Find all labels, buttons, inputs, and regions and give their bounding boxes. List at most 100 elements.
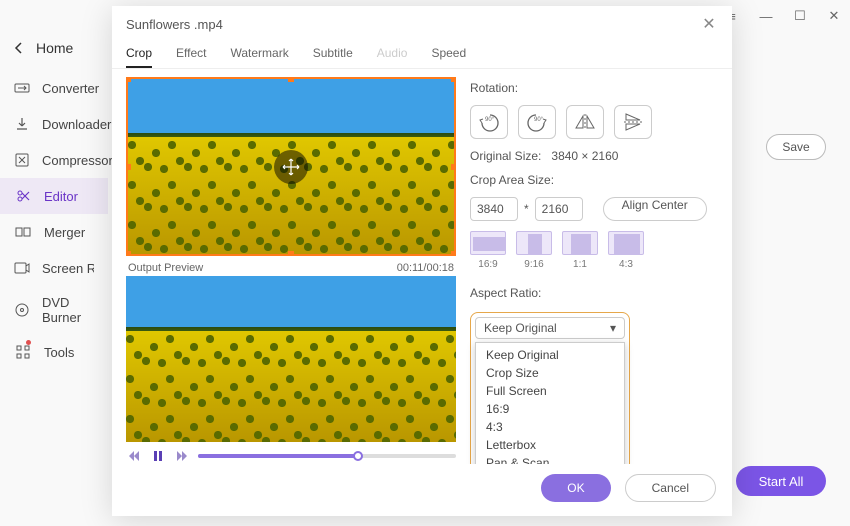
modal-body: Output Preview 00:11/00:18 Rotati <box>112 69 732 464</box>
original-size-value: 3840 × 2160 <box>551 149 618 163</box>
flip-horizontal-button[interactable] <box>566 105 604 139</box>
save-button[interactable]: Save <box>766 134 826 160</box>
align-center-button[interactable]: Align Center <box>603 197 707 221</box>
bg-panel: Save <box>738 92 826 160</box>
sidebar-item-merger[interactable]: Merger <box>0 214 108 250</box>
sidebar-item-downloader[interactable]: Downloader <box>0 106 108 142</box>
aspect-option[interactable]: Full Screen <box>476 382 624 400</box>
crop-height-input[interactable] <box>535 197 583 221</box>
original-size-label: Original Size: <box>470 149 541 163</box>
pause-button[interactable] <box>150 448 166 464</box>
player-controls <box>126 442 456 464</box>
converter-icon <box>14 79 30 97</box>
compressor-icon <box>14 151 30 169</box>
sidebar-item-compressor[interactable]: Compressor <box>0 142 108 178</box>
sidebar-item-tools[interactable]: Tools <box>0 334 108 370</box>
svg-text:90°: 90° <box>485 117 495 123</box>
rotation-row: 90° 90° <box>470 105 718 139</box>
crop-preview[interactable] <box>126 77 456 256</box>
minimize-icon[interactable]: — <box>758 9 774 24</box>
merger-icon <box>14 223 32 241</box>
crop-settings: Rotation: 90° 90° Original Size: 3840 × … <box>470 77 718 464</box>
sidebar-item-screen-recorder[interactable]: Screen Recorder <box>0 250 108 286</box>
next-frame-button[interactable] <box>174 448 190 464</box>
ratio-4-3[interactable]: 4:3 <box>608 231 644 270</box>
dvd-burner-icon <box>14 301 30 319</box>
tab-effect[interactable]: Effect <box>176 40 206 68</box>
sidebar-item-label: Compressor <box>42 153 113 168</box>
close-main-icon[interactable]: ✕ <box>826 8 842 24</box>
move-handle-icon[interactable] <box>274 150 308 184</box>
ratio-1-1[interactable]: 1:1 <box>562 231 598 270</box>
rotate-right-button[interactable]: 90° <box>518 105 556 139</box>
output-preview <box>126 276 456 442</box>
playback-slider[interactable] <box>198 454 456 458</box>
resize-handle[interactable] <box>288 251 294 256</box>
sidebar-item-converter[interactable]: Converter <box>0 70 108 106</box>
svg-text:90°: 90° <box>534 117 544 123</box>
aspect-option[interactable]: Crop Size <box>476 364 624 382</box>
aspect-option[interactable]: Keep Original <box>476 346 624 364</box>
sidebar-item-label: Downloader <box>42 117 111 132</box>
tab-crop[interactable]: Crop <box>126 40 152 68</box>
home-label: Home <box>36 40 73 56</box>
start-all-button[interactable]: Start All <box>736 466 826 496</box>
crop-dim-row: * Align Center <box>470 197 718 221</box>
timecode: 00:11/00:18 <box>397 262 454 274</box>
ratio-presets: 16:9 9:16 1:1 4:3 <box>470 231 718 270</box>
maximize-icon[interactable]: ☐ <box>792 8 808 24</box>
slider-thumb[interactable] <box>353 451 363 461</box>
home-nav[interactable]: Home <box>0 36 108 70</box>
tab-audio: Audio <box>377 40 408 68</box>
original-size-row: Original Size: 3840 × 2160 <box>470 149 718 163</box>
sidebar-item-dvd-burner[interactable]: DVD Burner <box>0 286 108 334</box>
aspect-selected-value: Keep Original <box>484 321 557 335</box>
sidebar-item-label: Editor <box>44 189 78 204</box>
sidebar-item-label: Converter <box>42 81 99 96</box>
rotate-left-button[interactable]: 90° <box>470 105 508 139</box>
tab-subtitle[interactable]: Subtitle <box>313 40 353 68</box>
rotation-label: Rotation: <box>470 81 718 95</box>
aspect-option[interactable]: 4:3 <box>476 418 624 436</box>
resize-handle[interactable] <box>126 251 131 256</box>
tools-icon <box>14 343 32 361</box>
ratio-16-9[interactable]: 16:9 <box>470 231 506 270</box>
sidebar-item-editor[interactable]: Editor <box>0 178 108 214</box>
screen-recorder-icon <box>14 259 30 277</box>
crop-width-input[interactable] <box>470 197 518 221</box>
resize-handle[interactable] <box>451 164 456 170</box>
output-label-row: Output Preview 00:11/00:18 <box>126 256 456 276</box>
aspect-ratio-select[interactable]: Keep Original ▾ <box>475 317 625 339</box>
preview-column: Output Preview 00:11/00:18 <box>126 77 456 464</box>
resize-handle[interactable] <box>288 77 294 82</box>
output-preview-label: Output Preview <box>128 262 203 274</box>
ok-button[interactable]: OK <box>541 474 610 502</box>
notification-dot-icon <box>26 340 31 345</box>
cancel-button[interactable]: Cancel <box>625 474 716 502</box>
crop-multiply: * <box>524 202 529 216</box>
tab-speed[interactable]: Speed <box>431 40 466 68</box>
crop-area-label: Crop Area Size: <box>470 173 718 187</box>
modal-title-text: Sunflowers .mp4 <box>126 17 223 32</box>
editor-modal: Sunflowers .mp4 ✕ Crop Effect Watermark … <box>112 6 732 516</box>
aspect-ratio-dropdown: Keep Original Crop Size Full Screen 16:9… <box>475 342 625 464</box>
modal-titlebar: Sunflowers .mp4 ✕ <box>112 6 732 40</box>
resize-handle[interactable] <box>126 77 131 82</box>
tab-watermark[interactable]: Watermark <box>230 40 288 68</box>
close-icon[interactable]: ✕ <box>700 14 718 34</box>
resize-handle[interactable] <box>126 164 131 170</box>
aspect-ratio-block: Keep Original ▾ Keep Original Crop Size … <box>470 312 630 464</box>
aspect-option[interactable]: 16:9 <box>476 400 624 418</box>
video-frame <box>126 276 456 442</box>
resize-handle[interactable] <box>451 77 456 82</box>
sidebar-item-label: DVD Burner <box>42 295 94 325</box>
ratio-9-16[interactable]: 9:16 <box>516 231 552 270</box>
sidebar-item-label: Screen Recorder <box>42 261 94 276</box>
resize-handle[interactable] <box>451 251 456 256</box>
modal-tabs: Crop Effect Watermark Subtitle Audio Spe… <box>112 40 732 69</box>
aspect-option[interactable]: Letterbox <box>476 436 624 454</box>
flip-vertical-button[interactable] <box>614 105 652 139</box>
aspect-option[interactable]: Pan & Scan <box>476 454 624 464</box>
back-icon <box>14 42 24 54</box>
prev-frame-button[interactable] <box>126 448 142 464</box>
